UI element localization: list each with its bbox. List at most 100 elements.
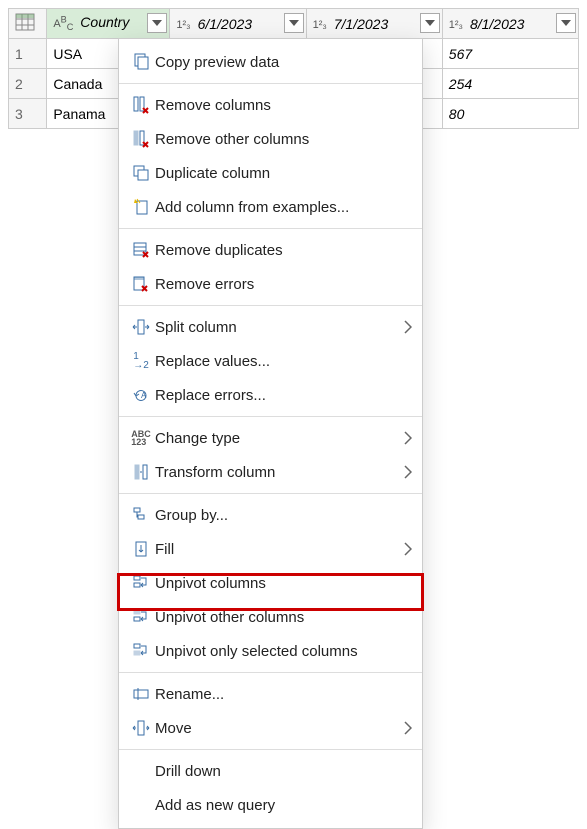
duplicate-icon (127, 161, 155, 185)
svg-text:A: A (141, 391, 147, 400)
filter-dropdown[interactable] (147, 13, 167, 33)
column-header-6-1-2023[interactable]: 1²₃ 6/1/2023 (170, 9, 306, 39)
unpivot-other-icon (127, 605, 155, 629)
menu-label: Remove columns (155, 97, 412, 114)
number-type-icon: 1²₃ (176, 19, 190, 31)
menu-separator (119, 672, 422, 673)
menu-label: Remove duplicates (155, 242, 412, 259)
menu-separator (119, 416, 422, 417)
table-icon (15, 13, 35, 31)
menu-separator (119, 83, 422, 84)
unpivot-icon (127, 571, 155, 595)
split-column-icon (127, 315, 155, 339)
menu-replace-values[interactable]: 1→2 Replace values... (119, 344, 422, 378)
replace-values-icon: 1→2 (127, 349, 155, 373)
number-type-icon: 1²₃ (449, 19, 463, 31)
menu-fill[interactable]: Fill (119, 532, 422, 566)
menu-remove-duplicates[interactable]: Remove duplicates (119, 233, 422, 267)
chevron-right-icon (404, 721, 412, 735)
chevron-down-icon (152, 20, 162, 26)
text-type-icon: ABC (53, 18, 73, 30)
menu-label: Remove errors (155, 276, 412, 293)
remove-other-columns-icon (127, 127, 155, 151)
menu-label: Split column (155, 319, 404, 336)
menu-remove-other-columns[interactable]: Remove other columns (119, 122, 422, 156)
menu-label: Duplicate column (155, 165, 412, 182)
menu-add-as-new-query[interactable]: Add as new query (119, 788, 422, 822)
filter-dropdown[interactable] (556, 13, 576, 33)
column-name: 6/1/2023 (198, 16, 253, 32)
menu-replace-errors[interactable]: A Replace errors... (119, 378, 422, 412)
row-index: 1 (9, 39, 47, 69)
chevron-down-icon (289, 20, 299, 26)
replace-errors-icon: A (127, 383, 155, 407)
column-name: 7/1/2023 (334, 16, 389, 32)
transform-column-icon (127, 460, 155, 484)
remove-columns-icon (127, 93, 155, 117)
menu-rename[interactable]: Rename... (119, 677, 422, 711)
blank-icon (127, 759, 155, 783)
menu-label: Add column from examples... (155, 199, 412, 216)
menu-separator (119, 228, 422, 229)
menu-unpivot-columns[interactable]: Unpivot columns (119, 566, 422, 600)
column-context-menu: Copy preview data Remove columns Remove … (118, 38, 423, 829)
cell-value: 567 (442, 39, 578, 69)
filter-dropdown[interactable] (284, 13, 304, 33)
menu-label: Unpivot columns (155, 575, 412, 592)
row-index: 3 (9, 99, 47, 129)
menu-copy-preview-data[interactable]: Copy preview data (119, 45, 422, 79)
menu-label: Unpivot other columns (155, 609, 412, 626)
menu-split-column[interactable]: Split column (119, 310, 422, 344)
menu-separator (119, 305, 422, 306)
copy-icon (127, 50, 155, 74)
fill-icon (127, 537, 155, 561)
chevron-right-icon (404, 431, 412, 445)
cell-value: 254 (442, 69, 578, 99)
menu-label: Replace values... (155, 353, 412, 370)
menu-move[interactable]: Move (119, 711, 422, 745)
menu-remove-columns[interactable]: Remove columns (119, 88, 422, 122)
menu-label: Transform column (155, 464, 404, 481)
menu-transform-column[interactable]: Transform column (119, 455, 422, 489)
chevron-down-icon (561, 20, 571, 26)
add-from-examples-icon (127, 195, 155, 219)
menu-label: Group by... (155, 507, 412, 524)
unpivot-selected-icon (127, 639, 155, 663)
chevron-right-icon (404, 320, 412, 334)
move-icon (127, 716, 155, 740)
chevron-right-icon (404, 465, 412, 479)
menu-add-column-from-examples[interactable]: Add column from examples... (119, 190, 422, 224)
menu-unpivot-other-columns[interactable]: Unpivot other columns (119, 600, 422, 634)
chevron-down-icon (425, 20, 435, 26)
chevron-right-icon (404, 542, 412, 556)
menu-drill-down[interactable]: Drill down (119, 754, 422, 788)
menu-label: Change type (155, 430, 404, 447)
cell-value: 80 (442, 99, 578, 129)
change-type-icon: ABC123 (127, 426, 155, 450)
menu-label: Remove other columns (155, 131, 412, 148)
column-name: Country (80, 14, 129, 30)
select-all-corner[interactable] (9, 9, 47, 39)
menu-unpivot-only-selected[interactable]: Unpivot only selected columns (119, 634, 422, 668)
remove-errors-icon (127, 272, 155, 296)
menu-label: Replace errors... (155, 387, 412, 404)
column-header-7-1-2023[interactable]: 1²₃ 7/1/2023 (306, 9, 442, 39)
menu-remove-errors[interactable]: Remove errors (119, 267, 422, 301)
group-by-icon (127, 503, 155, 527)
rename-icon (127, 682, 155, 706)
menu-separator (119, 493, 422, 494)
row-index: 2 (9, 69, 47, 99)
menu-label: Unpivot only selected columns (155, 643, 412, 660)
menu-group-by[interactable]: Group by... (119, 498, 422, 532)
column-header-8-1-2023[interactable]: 1²₃ 8/1/2023 (442, 9, 578, 39)
number-type-icon: 1²₃ (313, 19, 327, 31)
menu-duplicate-column[interactable]: Duplicate column (119, 156, 422, 190)
menu-change-type[interactable]: ABC123 Change type (119, 421, 422, 455)
menu-label: Move (155, 720, 404, 737)
menu-label: Drill down (155, 763, 412, 780)
menu-separator (119, 749, 422, 750)
column-header-country[interactable]: ABC Country (47, 9, 170, 39)
filter-dropdown[interactable] (420, 13, 440, 33)
column-name: 8/1/2023 (470, 16, 525, 32)
menu-label: Add as new query (155, 797, 412, 814)
